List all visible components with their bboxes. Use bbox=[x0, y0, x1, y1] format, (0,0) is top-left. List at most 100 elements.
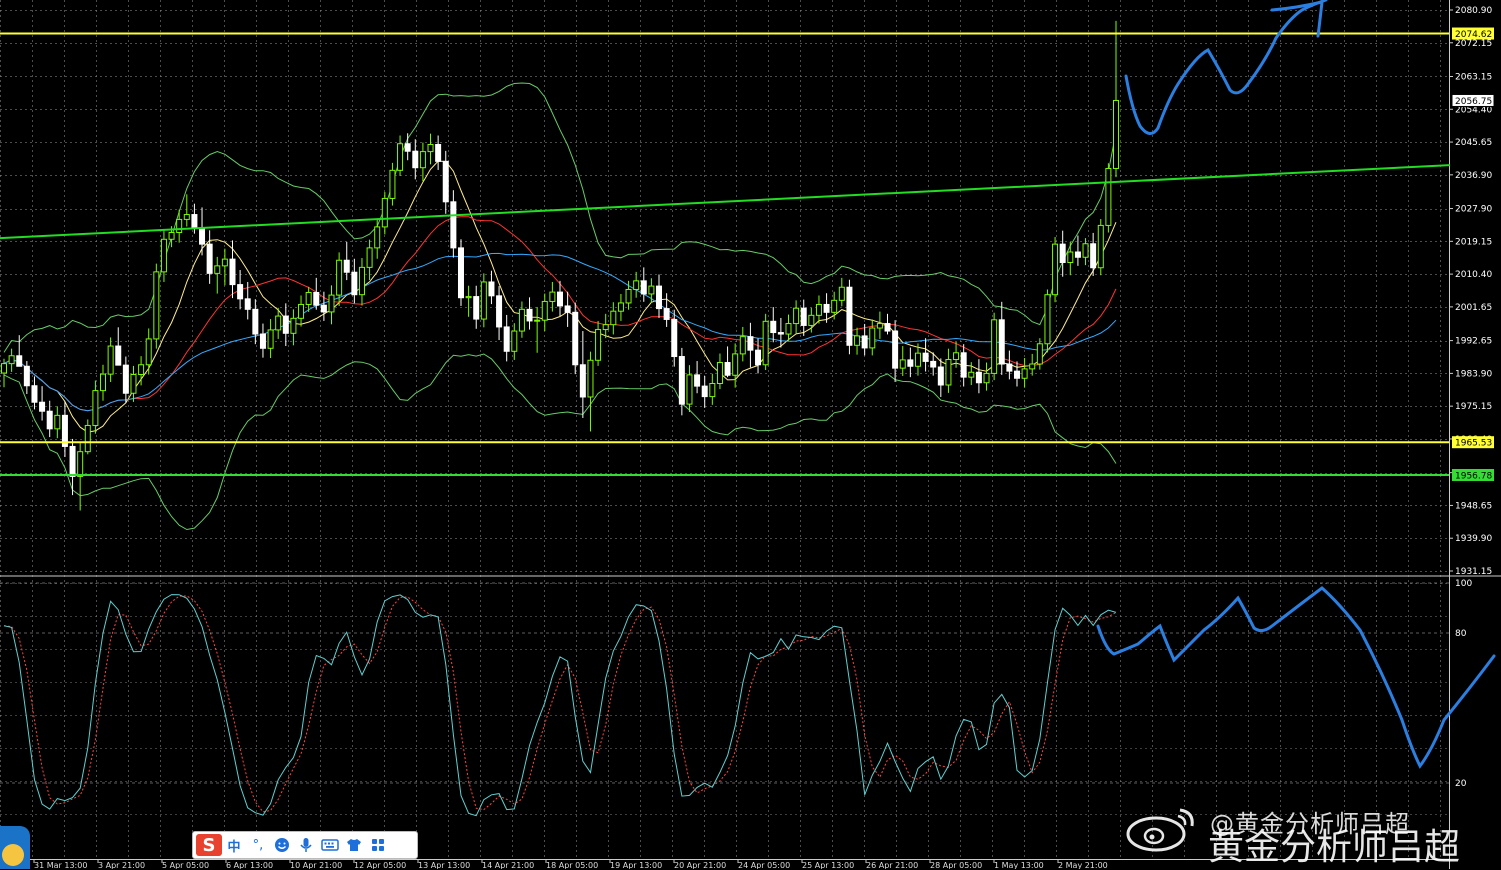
candle-body bbox=[191, 214, 198, 229]
candle-body bbox=[496, 295, 503, 328]
price-tick-label: 1975.15 bbox=[1455, 402, 1492, 412]
candle-body bbox=[838, 286, 845, 301]
time-tick-label: 24 Apr 05:00 bbox=[738, 861, 790, 869]
price-tick-label: 2045.65 bbox=[1455, 138, 1492, 148]
candle-body bbox=[610, 310, 617, 326]
candle-body bbox=[374, 226, 381, 249]
candle-body bbox=[587, 359, 594, 398]
candle-body bbox=[450, 201, 457, 249]
candle-body bbox=[1, 363, 7, 374]
candle-body bbox=[785, 323, 792, 335]
forecast-path-oscillator bbox=[1096, 586, 1496, 769]
candle-body bbox=[275, 315, 282, 331]
sogou-logo-icon[interactable]: S bbox=[196, 834, 222, 856]
candle-body bbox=[389, 169, 396, 199]
candle-body bbox=[518, 308, 525, 332]
candle-body bbox=[351, 271, 358, 296]
candle-body bbox=[221, 258, 228, 267]
candle-body bbox=[800, 307, 807, 326]
candle-body bbox=[724, 362, 731, 376]
time-tick-label: 20 Apr 21:00 bbox=[674, 861, 726, 869]
badge-coin-icon bbox=[2, 844, 24, 866]
level-price-label: 1956.78 bbox=[1455, 471, 1492, 481]
candle-body bbox=[557, 291, 563, 307]
candle-body bbox=[503, 326, 510, 352]
candle-body bbox=[968, 371, 975, 378]
ime-mode-button[interactable]: 中 bbox=[222, 834, 246, 856]
smiley-icon[interactable] bbox=[270, 834, 294, 856]
candle-body bbox=[884, 323, 891, 332]
candle-body bbox=[755, 349, 762, 366]
time-tick-label: 19 Apr 13:00 bbox=[610, 861, 662, 869]
price-tick-label: 2027.90 bbox=[1455, 205, 1492, 215]
candle-body bbox=[869, 327, 876, 349]
ime-punct-button[interactable]: °, bbox=[246, 834, 270, 856]
candle-body bbox=[762, 320, 769, 366]
candle-body bbox=[23, 365, 30, 387]
candle-body bbox=[100, 373, 107, 392]
time-tick-label: 1 May 13:00 bbox=[994, 861, 1044, 869]
candle-body bbox=[465, 296, 472, 299]
candle-body bbox=[8, 355, 15, 365]
candle-body bbox=[92, 390, 99, 426]
candle-body bbox=[412, 150, 419, 169]
candle-body bbox=[16, 355, 23, 367]
candle-body bbox=[404, 143, 411, 152]
watermark-name: 黄金分析师吕超 bbox=[1208, 827, 1461, 868]
level-price-label: 2074.62 bbox=[1455, 30, 1492, 40]
price-tick-label: 2001.65 bbox=[1455, 303, 1492, 313]
price-axis: 2080.902072.152063.152054.402045.652036.… bbox=[1449, 6, 1492, 577]
candle-body bbox=[176, 218, 183, 234]
candle-body bbox=[488, 281, 495, 297]
grid bbox=[0, 0, 1449, 858]
candle-body bbox=[922, 352, 929, 362]
candle-body bbox=[160, 238, 167, 273]
time-tick-label: 10 Apr 21:00 bbox=[290, 861, 342, 869]
candle-body bbox=[229, 258, 236, 286]
candle-body bbox=[267, 329, 274, 349]
candle-body bbox=[31, 385, 38, 403]
weibo-logo-icon bbox=[1126, 808, 1194, 852]
oscillator-tick-label: 20 bbox=[1455, 779, 1467, 789]
price-tick-label: 2019.15 bbox=[1455, 237, 1492, 247]
candle-body bbox=[815, 303, 822, 316]
price-chart[interactable]: 2080.902072.152063.152054.402045.652036.… bbox=[0, 0, 1501, 869]
candle-body bbox=[199, 227, 206, 245]
candle-body bbox=[298, 303, 305, 319]
candle-body bbox=[336, 259, 343, 296]
candle-body bbox=[77, 451, 84, 477]
candle-body bbox=[1052, 243, 1059, 296]
ime-toolbar[interactable]: S 中 °, bbox=[192, 831, 418, 859]
candle-body bbox=[107, 345, 114, 375]
candle-body bbox=[122, 364, 129, 394]
grid-icon[interactable] bbox=[366, 834, 390, 856]
candle-body bbox=[823, 303, 830, 313]
candle-body bbox=[892, 330, 899, 369]
candle-body bbox=[130, 374, 137, 394]
price-tick-label: 1992.65 bbox=[1455, 337, 1492, 347]
candle-body bbox=[1059, 243, 1066, 263]
microphone-icon[interactable] bbox=[294, 834, 318, 856]
resistance-trendline bbox=[0, 164, 1451, 240]
candle-body bbox=[526, 308, 533, 322]
stochastic-signal-line bbox=[3, 595, 1117, 813]
candle-body bbox=[358, 266, 365, 296]
shirt-icon[interactable] bbox=[342, 834, 366, 856]
candles bbox=[1, 20, 1119, 511]
price-tick-label: 2010.40 bbox=[1455, 270, 1492, 280]
candle-body bbox=[46, 410, 53, 430]
time-tick-label: 25 Apr 13:00 bbox=[802, 861, 854, 869]
candle-body bbox=[115, 345, 122, 366]
candle-body bbox=[1013, 370, 1020, 379]
candle-body bbox=[214, 265, 221, 274]
candle-body bbox=[397, 143, 404, 171]
app-badge-icon[interactable] bbox=[0, 826, 30, 869]
keyboard-icon[interactable] bbox=[318, 834, 342, 856]
candle-body bbox=[427, 143, 434, 153]
candle-body bbox=[663, 308, 670, 320]
price-tick-label: 1948.65 bbox=[1455, 501, 1492, 511]
candle-body bbox=[343, 259, 350, 273]
candle-body bbox=[39, 401, 46, 412]
candle-body bbox=[633, 280, 640, 290]
candle-body bbox=[564, 305, 571, 313]
